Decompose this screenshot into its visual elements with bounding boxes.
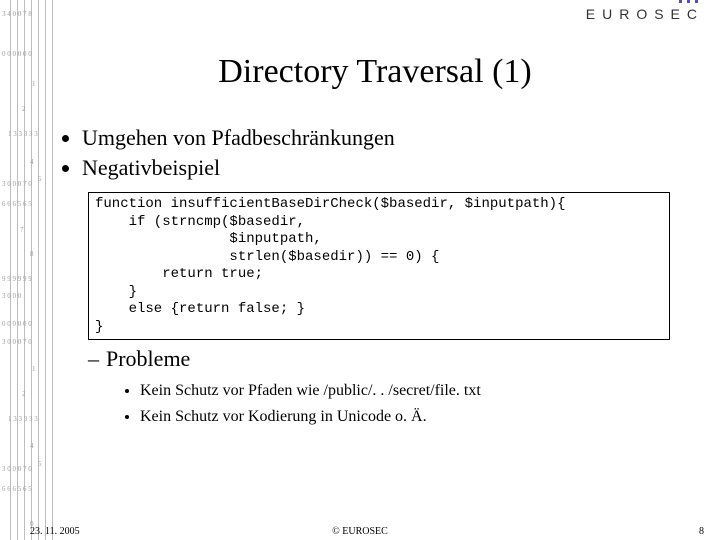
code-example: function insufficientBaseDirCheck($based… bbox=[88, 192, 670, 340]
footer-page-number: 8 bbox=[699, 526, 704, 537]
bullet-item: Umgehen von Pfadbeschränkungen bbox=[82, 123, 690, 153]
slide-content: Directory Traversal (1) Umgehen von Pfad… bbox=[50, 30, 700, 518]
sub2-bullet-item: Kein Schutz vor Pfaden wie /public/. . /… bbox=[140, 378, 690, 404]
bullet-list: Umgehen von Pfadbeschränkungen Negativbe… bbox=[60, 123, 690, 182]
slide-title: Directory Traversal (1) bbox=[60, 53, 690, 91]
sub2-bullet-list: Kein Schutz vor Pfaden wie /public/. . /… bbox=[106, 378, 690, 429]
sub-bullet-item: Probleme Kein Schutz vor Pfaden wie /pub… bbox=[88, 346, 690, 429]
brand-logo: EUROSEC bbox=[586, 6, 704, 22]
sub2-bullet-item: Kein Schutz vor Kodierung in Unicode o. … bbox=[140, 404, 690, 430]
sub-bullet-label: Probleme bbox=[106, 346, 190, 371]
sub-bullet-list: Probleme Kein Schutz vor Pfaden wie /pub… bbox=[88, 346, 690, 429]
bullet-item: Negativbeispiel bbox=[82, 153, 690, 183]
brand-accent-icon bbox=[679, 0, 698, 3]
footer-copyright: © EUROSEC bbox=[0, 526, 720, 537]
